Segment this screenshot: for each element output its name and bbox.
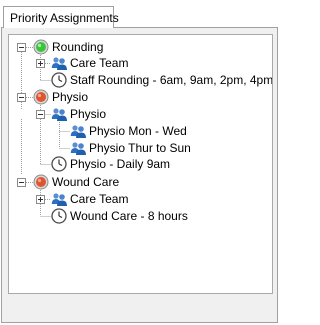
users-icon — [51, 57, 67, 70]
node-label: Physio Mon - Wed — [89, 124, 187, 138]
expand-toggle[interactable] — [36, 195, 45, 204]
node-label: Physio - Daily 9am — [70, 157, 171, 171]
tree-node-staff-rounding[interactable]: Staff Rounding - 6am, 9am, 2pm, 4pm — [9, 72, 273, 90]
node-label: Physio Thur to Sun — [89, 141, 191, 155]
users-icon — [51, 193, 67, 206]
node-label: Staff Rounding - 6am, 9am, 2pm, 4pm — [70, 73, 273, 87]
tree-node-physio-group[interactable]: Physio — [9, 106, 272, 124]
tree-node-physio[interactable]: Physio — [9, 89, 272, 107]
red-status-icon — [33, 89, 49, 105]
node-label: Wound Care — [52, 175, 120, 189]
collapse-toggle[interactable] — [17, 43, 26, 52]
tree-node-care-team[interactable]: Care Team — [9, 55, 272, 73]
expand-toggle[interactable] — [36, 59, 45, 68]
tab-panel: Rounding Care Team Staff Rounding - 6am,… — [1, 27, 278, 323]
tree-node-care-team-wound[interactable]: Care Team — [9, 191, 272, 209]
assignments-tree[interactable]: Rounding Care Team Staff Rounding - 6am,… — [8, 34, 273, 294]
tab-priority-assignments[interactable]: Priority Assignments — [3, 6, 119, 28]
node-label: Rounding — [52, 40, 104, 54]
clock-icon — [51, 208, 67, 224]
tree-node-wound-care[interactable]: Wound Care — [9, 174, 272, 192]
user-icon — [70, 142, 86, 155]
users-icon — [51, 108, 67, 121]
collapse-toggle[interactable] — [17, 93, 26, 102]
green-status-icon — [33, 39, 49, 55]
collapse-toggle[interactable] — [36, 110, 45, 119]
tree-node-physio-daily[interactable]: Physio - Daily 9am — [9, 156, 272, 174]
clock-icon — [51, 156, 67, 172]
tree-node-wound-care-8h[interactable]: Wound Care - 8 hours — [9, 208, 272, 226]
tree-node-physio-mon-wed[interactable]: Physio Mon - Wed — [9, 123, 272, 141]
node-label: Physio — [70, 107, 107, 121]
red-status-icon — [33, 174, 49, 190]
collapse-toggle[interactable] — [17, 178, 26, 187]
node-label: Physio — [52, 90, 89, 104]
node-label: Care Team — [70, 56, 129, 70]
node-label: Wound Care - 8 hours — [70, 209, 188, 223]
user-icon — [70, 125, 86, 138]
node-label: Care Team — [70, 192, 129, 206]
tab-label: Priority Assignments — [10, 11, 119, 25]
clock-icon — [51, 72, 67, 88]
